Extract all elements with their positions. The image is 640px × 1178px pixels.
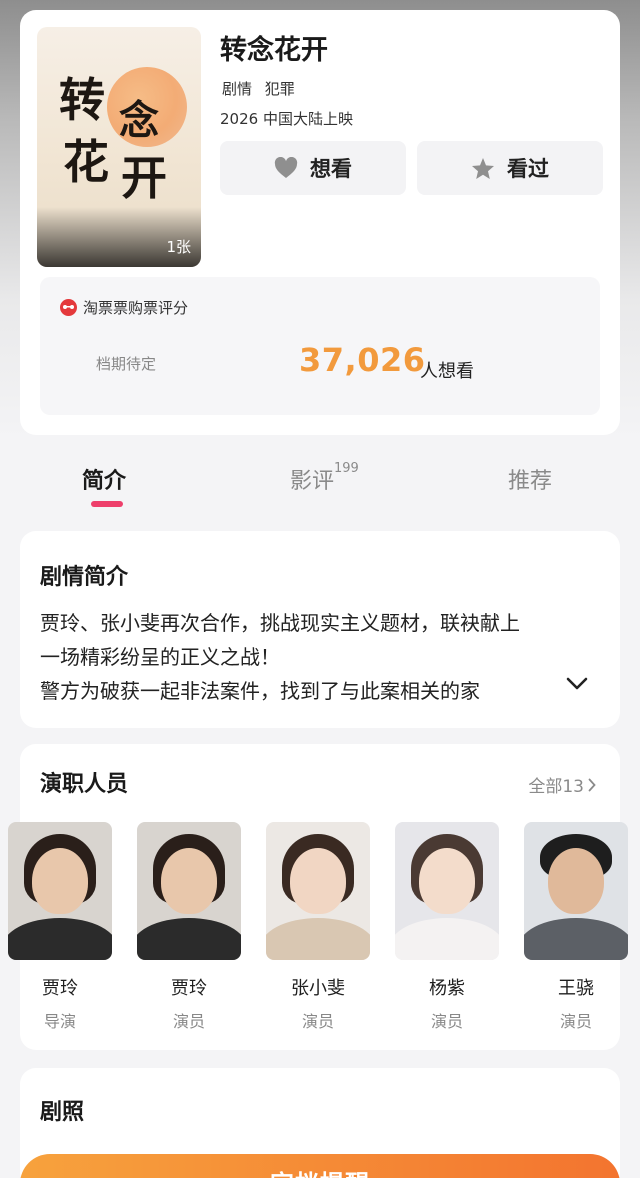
want-count-number: 37,026: [299, 341, 426, 379]
tab-reviews-label: 影评: [290, 469, 335, 494]
poster-image-count: 1张: [166, 238, 191, 256]
photo-shoulders: [524, 918, 628, 960]
cast-member[interactable]: 张小斐 演员: [266, 822, 370, 1032]
cast-card: 演职人员 全部13 贾玲 导演 贾玲 演员 张小斐 演员 杨紫 演员 王骁 演员: [8, 744, 628, 1050]
cast-role: 演员: [172, 1012, 205, 1031]
synopsis-card[interactable]: 剧情简介 贾玲、张小斐再次合作，挑战现实主义题材，联袂献上 一场精彩纷呈的正义之…: [20, 531, 620, 728]
poster-calligraphy-char: 转: [59, 73, 105, 127]
cast-photo: [8, 822, 112, 960]
photo-face: [161, 848, 217, 914]
movie-title: 转念花开: [220, 35, 328, 66]
cast-photo: [137, 822, 241, 960]
cast-role: 演员: [559, 1012, 592, 1031]
star-icon: [472, 157, 494, 179]
chevron-down-icon[interactable]: [566, 677, 588, 691]
movie-genres: 剧情 犯罪: [222, 78, 303, 99]
photo-shoulders: [266, 918, 370, 960]
release-info: 2026 中国大陆上映: [220, 110, 353, 128]
taopiaopiao-logo-icon: [60, 299, 77, 316]
cast-member[interactable]: 贾玲 导演: [8, 822, 112, 1032]
cast-name: 张小斐: [291, 978, 345, 999]
poster-calligraphy-char: 开: [121, 151, 167, 205]
tab-intro[interactable]: 简介: [82, 463, 126, 495]
tab-recommend[interactable]: 推荐: [508, 463, 552, 495]
content-tabs: 简介 影评199 推荐: [0, 455, 640, 525]
watched-label: 看过: [507, 157, 549, 181]
release-reminder-label: 定档提醒: [270, 1164, 370, 1178]
cast-role: 演员: [301, 1012, 334, 1031]
synopsis-line: 一场精彩纷呈的正义之战！: [40, 645, 280, 669]
cast-photo: [524, 822, 628, 960]
genre-tag: 犯罪: [264, 80, 295, 98]
tab-reviews[interactable]: 影评199: [290, 461, 359, 495]
photo-face: [290, 848, 346, 914]
want-count-suffix: 人想看: [420, 361, 474, 382]
cast-member[interactable]: 王骁 演员: [524, 822, 628, 1032]
view-all-cast-link[interactable]: 全部13: [528, 772, 596, 797]
cast-member[interactable]: 杨紫 演员: [395, 822, 499, 1032]
poster-calligraphy-char: 念: [119, 97, 159, 144]
photo-shoulders: [137, 918, 241, 960]
synopsis-line: 贾玲、张小斐再次合作，挑战现实主义题材，联袂献上: [40, 611, 520, 635]
synopsis-title: 剧情简介: [40, 565, 129, 590]
active-tab-indicator: [91, 501, 123, 507]
genre-tag: 剧情: [222, 80, 253, 98]
tab-reviews-count: 199: [334, 461, 359, 476]
movie-info-card: 转 念 花 开 1张 转念花开 剧情 犯罪 2026 中国大陆上映 想看 看过 …: [20, 10, 620, 435]
cast-role: 导演: [43, 1012, 76, 1031]
view-all-cast-label: 全部13: [528, 777, 584, 797]
cast-name: 贾玲: [171, 978, 207, 999]
cast-photo: [395, 822, 499, 960]
cast-name: 杨紫: [429, 978, 465, 999]
photo-face: [419, 848, 475, 914]
cast-member[interactable]: 贾玲 演员: [137, 822, 241, 1032]
synopsis-line: 警方为破获一起非法案件，找到了与此案相关的家: [40, 679, 480, 703]
cast-name: 贾玲: [42, 978, 78, 999]
rating-source-label: 淘票票购票评分: [83, 299, 189, 317]
photo-shoulders: [395, 918, 499, 960]
schedule-status: 档期待定: [96, 355, 157, 373]
movie-poster[interactable]: 转 念 花 开 1张: [37, 27, 201, 267]
photo-face: [32, 848, 88, 914]
stills-title: 剧照: [40, 1100, 85, 1125]
rating-source: 淘票票购票评分: [60, 297, 188, 318]
heart-icon: [274, 157, 298, 178]
release-reminder-button[interactable]: 定档提醒: [20, 1154, 620, 1178]
watched-button[interactable]: 看过: [417, 141, 603, 195]
cast-role: 演员: [430, 1012, 463, 1031]
photo-shoulders: [8, 918, 112, 960]
cast-name: 王骁: [558, 978, 594, 999]
rating-panel: 淘票票购票评分 档期待定 37,026 人想看: [40, 277, 600, 415]
cast-photo: [266, 822, 370, 960]
want-to-watch-label: 想看: [310, 157, 352, 181]
cast-title: 演职人员: [40, 772, 129, 797]
want-to-watch-button[interactable]: 想看: [220, 141, 406, 195]
poster-calligraphy-char: 花: [63, 135, 109, 189]
photo-face: [548, 848, 604, 914]
chevron-right-icon: [588, 778, 596, 791]
